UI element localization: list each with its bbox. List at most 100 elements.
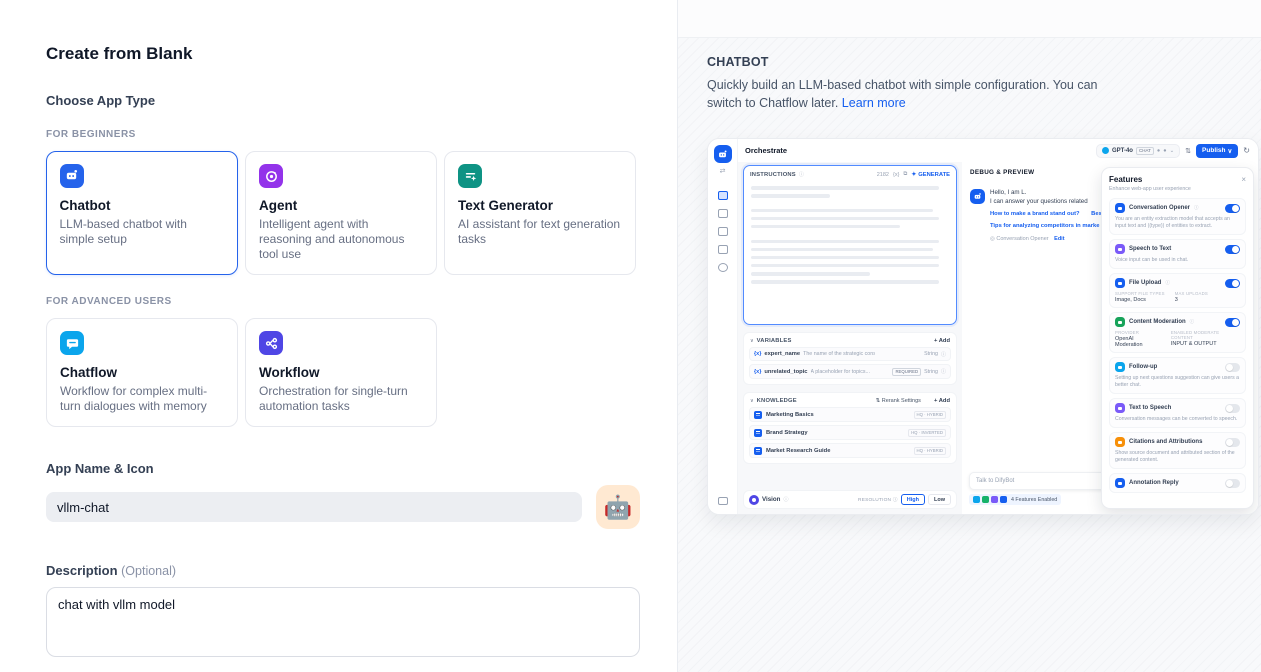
app-type-card-chatflow[interactable]: Chatflow Workflow for complex multi-turn… — [46, 318, 238, 427]
feature-item-conversation-opener: Conversation Opener ⓘ You are an entity … — [1109, 198, 1246, 235]
advanced-cards-row: Chatflow Workflow for complex multi-turn… — [46, 318, 640, 427]
preview-sidebar: ⇄ — [708, 139, 738, 514]
variable-row: {x} unrelated_topic A placeholder for to… — [749, 364, 951, 379]
chatbot-icon — [60, 164, 84, 188]
required-badge: REQUIRED — [892, 368, 921, 376]
preview-description: Quickly build an LLM-based chatbot with … — [707, 76, 1105, 112]
features-panel: Features × Enhance web-app user experien… — [1101, 167, 1254, 509]
gear-icon: ● — [1163, 148, 1166, 154]
app-name-row: 🤖 — [46, 485, 640, 529]
features-enabled-badge: 4 Features Enabled — [969, 494, 1061, 505]
variable-icon: {x} — [754, 351, 761, 357]
knowledge-row: Market Research Guide HQ · HYBRID — [749, 443, 951, 458]
toggle-file-upload — [1225, 279, 1240, 288]
variable-type: String — [924, 369, 938, 375]
app-type-label: Chatflow — [60, 365, 224, 380]
app-name-label: App Name & Icon — [46, 461, 640, 476]
app-icon-picker-button[interactable]: 🤖 — [596, 485, 640, 529]
monitor-icon — [718, 497, 728, 505]
app-type-card-workflow[interactable]: Workflow Orchestration for single-turn a… — [245, 318, 437, 427]
moderation-mini-icon — [982, 496, 989, 503]
app-name-input[interactable] — [46, 492, 582, 522]
instructions-title: INSTRUCTIONS — [750, 172, 796, 178]
app-type-label: Chatbot — [60, 198, 225, 213]
add-variable-button: + Add — [934, 338, 950, 344]
page-title: Create from Blank — [46, 44, 640, 64]
opener-icon: ◎ — [990, 236, 995, 242]
orchestrate-icon — [718, 191, 728, 200]
app-type-card-chatbot[interactable]: Chatbot LLM-based chatbot with simple se… — [46, 151, 238, 275]
app-type-preview-panel: CHATBOT Quickly build an LLM-based chatb… — [677, 0, 1261, 672]
feature-item-file-upload: File Upload ⓘ SUPPORT FILE TYPESImage, D… — [1109, 273, 1246, 308]
preview-header: Orchestrate GPT-4o CHAT ● ● ⌄ ⇅ Publish — [738, 139, 1258, 162]
toggle-text-to-speech — [1225, 404, 1240, 413]
group-label-beginners: FOR BEGINNERS — [46, 129, 640, 140]
toggle-content-moderation — [1225, 318, 1240, 327]
chevron-down-icon: ∨ — [750, 338, 754, 344]
toggle-annotation-reply — [1225, 479, 1240, 488]
edit-link: Edit — [1054, 236, 1064, 242]
preview-icon — [718, 209, 728, 218]
preview-header-controls: GPT-4o CHAT ● ● ⌄ ⇅ Publish ∨ ↻ — [1096, 144, 1250, 158]
knowledge-title: KNOWLEDGE — [757, 398, 797, 404]
orchestrate-title: Orchestrate — [745, 146, 787, 155]
eye-icon — [749, 495, 759, 505]
chatbot-preview-image: ⇄ Orchestrate GPT-4o — [707, 138, 1259, 515]
sparkle-icon: ✦ — [911, 172, 916, 178]
choose-app-type-heading: Choose App Type — [46, 93, 640, 108]
text-to-speech-icon — [1115, 403, 1125, 413]
right-body: CHATBOT Quickly build an LLM-based chatb… — [678, 38, 1261, 672]
model-name: GPT-4o — [1112, 148, 1133, 154]
create-from-blank-panel: Create from Blank Choose App Type FOR BE… — [0, 0, 677, 672]
app-type-card-agent[interactable]: Agent Intelligent agent with reasoning a… — [245, 151, 437, 275]
knowledge-row: Brand Strategy HQ · INVERTED — [749, 425, 951, 440]
bot-message-body: Hello, I am L. I can answer your questio… — [990, 189, 1112, 242]
app-type-label: Workflow — [259, 365, 423, 380]
info-icon: ⓘ — [941, 351, 946, 358]
description-textarea[interactable]: chat with vllm model — [46, 587, 640, 657]
info-icon: ⓘ — [1190, 319, 1195, 325]
chatflow-icon — [60, 331, 84, 355]
knowledge-tag: HQ · HYBRID — [914, 447, 947, 455]
right-top-strip — [678, 0, 1261, 38]
preview-heading: CHATBOT — [707, 55, 1261, 69]
knowledge-tag: HQ · HYBRID — [914, 411, 947, 419]
document-icon — [754, 411, 762, 419]
add-knowledge-button: + Add — [934, 398, 950, 404]
file-upload-icon — [1115, 278, 1125, 288]
resolution-label: RESOLUTION ⓘ — [858, 496, 898, 503]
robot-emoji-icon: 🤖 — [604, 494, 633, 521]
feature-item-speech-to-text: Speech to Text Voice input can be used i… — [1109, 239, 1246, 269]
config-column: INSTRUCTIONS ⓘ 2182 {x} ⧉ ✦ GENERATE — [738, 162, 962, 514]
document-icon — [754, 429, 762, 437]
toggle-citations — [1225, 438, 1240, 447]
close-icon: × — [1241, 175, 1246, 184]
history-icon: ↻ — [1243, 146, 1250, 155]
knowledge-header: ∨ KNOWLEDGE ⇅ Rerank Settings + Add — [749, 396, 951, 407]
features-panel-header: Features × — [1109, 175, 1246, 184]
conversation-opener-icon — [1115, 203, 1125, 213]
feature-item-annotation-reply: Annotation Reply — [1109, 473, 1246, 493]
instructions-header: INSTRUCTIONS ⓘ 2182 {x} ⧉ ✦ GENERATE — [744, 166, 956, 181]
learn-more-link[interactable]: Learn more — [842, 96, 906, 110]
app-type-label: Agent — [259, 198, 423, 213]
model-provider-icon — [1102, 147, 1109, 154]
publish-button: Publish ∨ — [1196, 144, 1238, 158]
variable-icon: {x} — [754, 369, 761, 375]
annotations-icon — [718, 245, 728, 254]
speech-mini-icon — [991, 496, 998, 503]
instructions-panel: INSTRUCTIONS ⓘ 2182 {x} ⧉ ✦ GENERATE — [743, 165, 957, 325]
app-type-card-text-generator[interactable]: Text Generator AI assistant for text gen… — [444, 151, 636, 275]
feature-item-text-to-speech: Text to Speech Conversation messages can… — [1109, 398, 1246, 428]
tune-icon: ⇅ — [1185, 147, 1191, 155]
knowledge-tag: HQ · INVERTED — [908, 429, 946, 437]
toggle-conversation-opener — [1225, 204, 1240, 213]
instructions-skeleton — [744, 181, 956, 293]
app-type-desc: LLM-based chatbot with simple setup — [60, 217, 225, 247]
suggested-question: Tips for analyzing competitors in marke — [990, 223, 1112, 229]
agent-icon — [259, 164, 283, 188]
model-mode-badge: CHAT — [1136, 147, 1154, 155]
app-type-desc: AI assistant for text generation tasks — [458, 217, 622, 247]
text-generator-icon — [458, 164, 482, 188]
sidebar-nav-icons — [718, 191, 728, 272]
